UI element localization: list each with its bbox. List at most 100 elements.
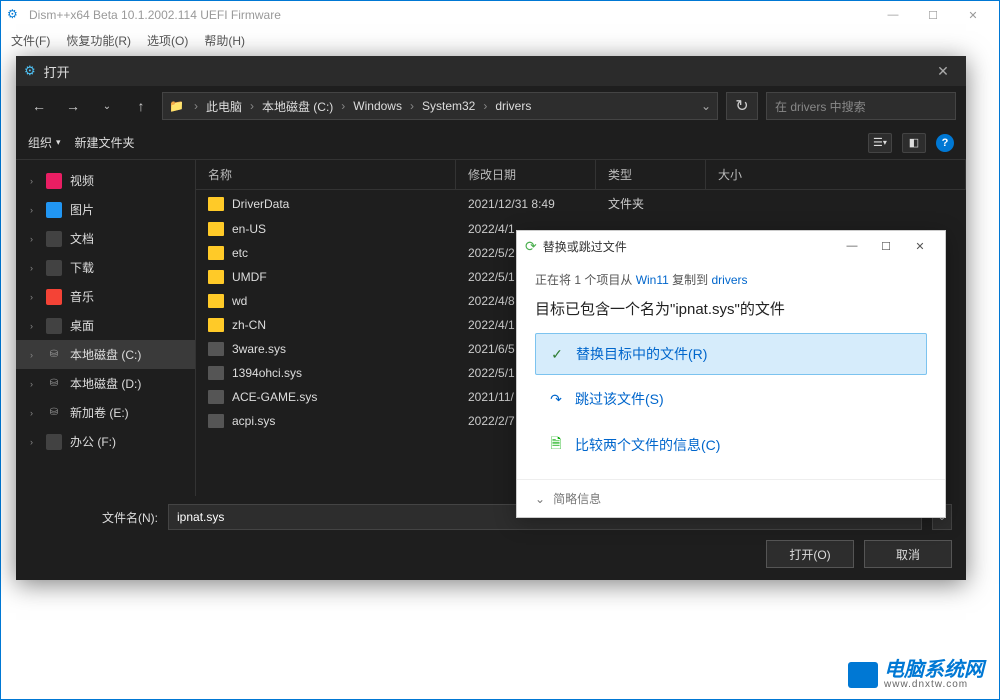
folder-icon bbox=[208, 318, 224, 332]
sidebar-item[interactable]: ›桌面 bbox=[16, 311, 195, 340]
sidebar-label: 桌面 bbox=[70, 317, 94, 334]
file-type: 文件夹 bbox=[596, 195, 706, 212]
chevron-icon: › bbox=[30, 408, 38, 418]
main-menubar: 文件(F) 恢复功能(R) 选项(O) 帮助(H) bbox=[1, 29, 999, 51]
up-button[interactable]: ↑ bbox=[128, 93, 154, 119]
breadcrumb-dropdown[interactable]: ⌄ bbox=[701, 99, 711, 113]
chevron-icon: › bbox=[30, 437, 38, 447]
open-button[interactable]: 打开(O) bbox=[766, 540, 854, 568]
preview-pane-button[interactable]: ◧ bbox=[902, 133, 926, 153]
sidebar-item[interactable]: ›⛁本地磁盘 (D:) bbox=[16, 369, 195, 398]
crumb-c[interactable]: 本地磁盘 (C:) bbox=[260, 98, 335, 115]
sidebar-item[interactable]: ›⛁本地磁盘 (C:) bbox=[16, 340, 195, 369]
location-icon bbox=[46, 434, 62, 450]
file-icon bbox=[208, 366, 224, 380]
dest-link[interactable]: drivers bbox=[711, 273, 747, 287]
col-size[interactable]: 大小 bbox=[706, 160, 966, 189]
search-input[interactable]: 在 drivers 中搜索 bbox=[766, 92, 956, 120]
filename-label: 文件名(N): bbox=[30, 509, 158, 526]
column-headers: 名称 修改日期 类型 大小 bbox=[196, 160, 966, 190]
menu-options[interactable]: 选项(O) bbox=[141, 30, 194, 51]
option-replace[interactable]: ✓ 替换目标中的文件(R) bbox=[535, 333, 927, 375]
minimize-button[interactable]: ― bbox=[873, 1, 913, 29]
file-icon bbox=[208, 390, 224, 404]
sidebar-item[interactable]: ›办公 (F:) bbox=[16, 427, 195, 456]
view-mode-button[interactable]: ☰ ▾ bbox=[868, 133, 892, 153]
option-skip[interactable]: ↷ 跳过该文件(S) bbox=[535, 379, 927, 419]
location-icon bbox=[46, 173, 62, 189]
conflict-maximize[interactable]: ☐ bbox=[869, 240, 903, 253]
file-name: acpi.sys bbox=[232, 414, 275, 428]
crumb-drivers[interactable]: drivers bbox=[493, 99, 533, 113]
compare-icon: 🗎 bbox=[547, 433, 565, 457]
conflict-close[interactable]: ✕ bbox=[903, 240, 937, 253]
maximize-button[interactable]: ☐ bbox=[913, 1, 953, 29]
conflict-minimize[interactable]: ― bbox=[835, 240, 869, 252]
crumb-pc[interactable]: 此电脑 bbox=[204, 98, 244, 115]
gear-icon: ⚙ bbox=[24, 63, 36, 79]
sidebar-item[interactable]: ›下载 bbox=[16, 253, 195, 282]
location-icon: ⛁ bbox=[46, 376, 62, 392]
menu-recovery[interactable]: 恢复功能(R) bbox=[60, 30, 137, 51]
forward-button[interactable]: → bbox=[60, 93, 86, 119]
dialog-close-button[interactable]: ✕ bbox=[928, 63, 958, 80]
chevron-icon: › bbox=[30, 205, 38, 215]
watermark-url: www.dnxtw.com bbox=[884, 680, 984, 690]
sidebar-label: 本地磁盘 (C:) bbox=[70, 346, 141, 363]
newfolder-button[interactable]: 新建文件夹 bbox=[75, 134, 135, 151]
file-name: DriverData bbox=[232, 197, 289, 211]
sidebar-item[interactable]: › 音乐 bbox=[16, 282, 195, 311]
crumb-system32[interactable]: System32 bbox=[420, 99, 477, 113]
back-button[interactable]: ← bbox=[26, 93, 52, 119]
chevron-icon: › bbox=[30, 176, 38, 186]
folder-icon bbox=[208, 197, 224, 211]
recent-button[interactable]: ⌄ bbox=[94, 93, 120, 119]
location-icon bbox=[46, 231, 62, 247]
file-name: 1394ohci.sys bbox=[232, 366, 302, 380]
sidebar-label: 下载 bbox=[70, 259, 94, 276]
file-name: 3ware.sys bbox=[232, 342, 286, 356]
dialog-titlebar: ⚙ 打开 ✕ bbox=[16, 56, 966, 86]
sidebar-item[interactable]: ›图片 bbox=[16, 195, 195, 224]
sidebar-label: 音乐 bbox=[70, 288, 94, 305]
source-link[interactable]: Win11 bbox=[636, 273, 669, 287]
col-type[interactable]: 类型 bbox=[596, 160, 706, 189]
folder-icon bbox=[208, 270, 224, 284]
location-icon bbox=[46, 202, 62, 218]
file-icon bbox=[208, 342, 224, 356]
skip-icon: ↷ bbox=[547, 391, 565, 408]
option-compare[interactable]: 🗎 比较两个文件的信息(C) bbox=[535, 423, 927, 467]
file-name: zh-CN bbox=[232, 318, 266, 332]
sidebar-item[interactable]: › 视频 bbox=[16, 166, 195, 195]
breadcrumb[interactable]: 📁 › 此电脑› 本地磁盘 (C:)› Windows› System32› d… bbox=[162, 92, 718, 120]
organize-button[interactable]: 组织 ▾ bbox=[28, 134, 61, 151]
sidebar-item[interactable]: ›⛁新加卷 (E:) bbox=[16, 398, 195, 427]
sidebar-label: 视频 bbox=[70, 172, 94, 189]
chevron-icon: › bbox=[30, 350, 38, 360]
conflict-dialog: ⟳ 替换或跳过文件 ― ☐ ✕ 正在将 1 个项目从 Win11 复制到 dri… bbox=[516, 230, 946, 518]
list-item[interactable]: DriverData2021/12/31 8:49文件夹 bbox=[196, 190, 966, 217]
file-name: ACE-GAME.sys bbox=[232, 390, 317, 404]
col-date[interactable]: 修改日期 bbox=[456, 160, 596, 189]
conflict-footer[interactable]: ⌄ 简略信息 bbox=[517, 479, 945, 517]
col-name[interactable]: 名称 bbox=[196, 160, 456, 189]
watermark: 电脑系统网 www.dnxtw.com bbox=[848, 660, 984, 690]
close-button[interactable]: ✕ bbox=[953, 1, 993, 29]
sidebar-label: 本地磁盘 (D:) bbox=[70, 375, 141, 392]
chevron-icon: › bbox=[30, 292, 38, 302]
menu-file[interactable]: 文件(F) bbox=[5, 30, 56, 51]
crumb-windows[interactable]: Windows bbox=[351, 99, 404, 113]
refresh-button[interactable]: ↻ bbox=[726, 92, 758, 120]
sidebar-label: 新加卷 (E:) bbox=[70, 404, 129, 421]
sidebar-item[interactable]: ›文档 bbox=[16, 224, 195, 253]
app-icon: ⚙ bbox=[7, 7, 23, 23]
watermark-logo bbox=[848, 662, 878, 688]
watermark-name: 电脑系统网 bbox=[884, 660, 984, 680]
help-icon[interactable]: ? bbox=[936, 134, 954, 152]
cancel-button[interactable]: 取消 bbox=[864, 540, 952, 568]
file-name: UMDF bbox=[232, 270, 267, 284]
file-name: etc bbox=[232, 246, 248, 260]
nav-bar: ← → ⌄ ↑ 📁 › 此电脑› 本地磁盘 (C:)› Windows› Sys… bbox=[16, 86, 966, 126]
menu-help[interactable]: 帮助(H) bbox=[198, 30, 251, 51]
conflict-status: 正在将 1 个项目从 Win11 复制到 drivers bbox=[535, 271, 927, 288]
